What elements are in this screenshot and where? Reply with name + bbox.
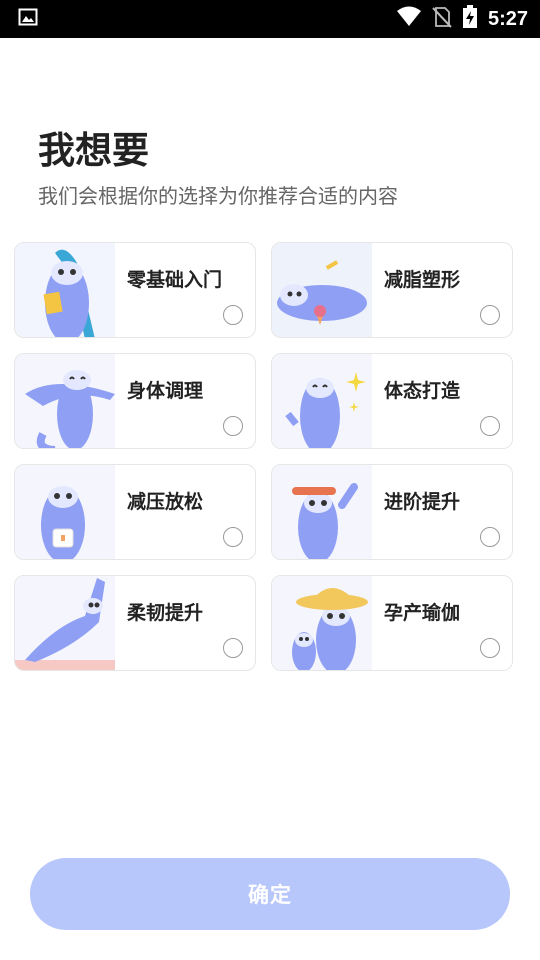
- option-label: 孕产瑜伽: [384, 602, 461, 624]
- mascot-body-care-illustration: [15, 354, 115, 448]
- battery-charging-icon: [462, 5, 478, 33]
- option-card-body-care[interactable]: 身体调理: [14, 353, 256, 449]
- option-label: 身体调理: [127, 380, 204, 402]
- option-label: 柔韧提升: [127, 602, 204, 624]
- option-label: 进阶提升: [384, 491, 461, 513]
- mascot-relax-illustration: [15, 465, 115, 559]
- mascot-advanced-illustration: [272, 465, 372, 559]
- clock-time: 5:27: [487, 7, 528, 30]
- option-radio-button[interactable]: [223, 527, 243, 547]
- mascot-flexibility-illustration: [15, 576, 115, 670]
- option-card-fat-loss[interactable]: 减脂塑形: [271, 242, 513, 338]
- option-radio-button[interactable]: [223, 638, 243, 658]
- wifi-icon: [396, 6, 422, 32]
- page-title: 我想要: [38, 129, 149, 172]
- option-label: 减压放松: [127, 491, 204, 513]
- no-sim-icon: [432, 6, 452, 32]
- option-label: 减脂塑形: [384, 269, 461, 291]
- option-label: 体态打造: [384, 380, 461, 402]
- option-card-beginner[interactable]: 零基础入门: [14, 242, 256, 338]
- option-radio-button[interactable]: [480, 527, 500, 547]
- mascot-posture-illustration: [272, 354, 372, 448]
- status-bar: 5:27: [0, 0, 540, 38]
- option-radio-button[interactable]: [480, 638, 500, 658]
- option-radio-button[interactable]: [223, 305, 243, 325]
- option-radio-button[interactable]: [480, 416, 500, 436]
- option-label: 零基础入门: [127, 269, 223, 291]
- image-icon: [18, 7, 38, 31]
- mascot-fat-loss-illustration: [272, 243, 372, 337]
- confirm-button[interactable]: 确定: [30, 858, 510, 930]
- option-card-posture[interactable]: 体态打造: [271, 353, 513, 449]
- option-card-prenatal[interactable]: 孕产瑜伽: [271, 575, 513, 671]
- page-subtitle: 我们会根据你的选择为你推荐合适的内容: [38, 184, 398, 208]
- option-card-relax[interactable]: 减压放松: [14, 464, 256, 560]
- option-radio-button[interactable]: [480, 305, 500, 325]
- option-card-advanced[interactable]: 进阶提升: [271, 464, 513, 560]
- option-radio-button[interactable]: [223, 416, 243, 436]
- mascot-beginner-illustration: [15, 243, 115, 337]
- mascot-prenatal-illustration: [272, 576, 372, 670]
- option-card-flexibility[interactable]: 柔韧提升: [14, 575, 256, 671]
